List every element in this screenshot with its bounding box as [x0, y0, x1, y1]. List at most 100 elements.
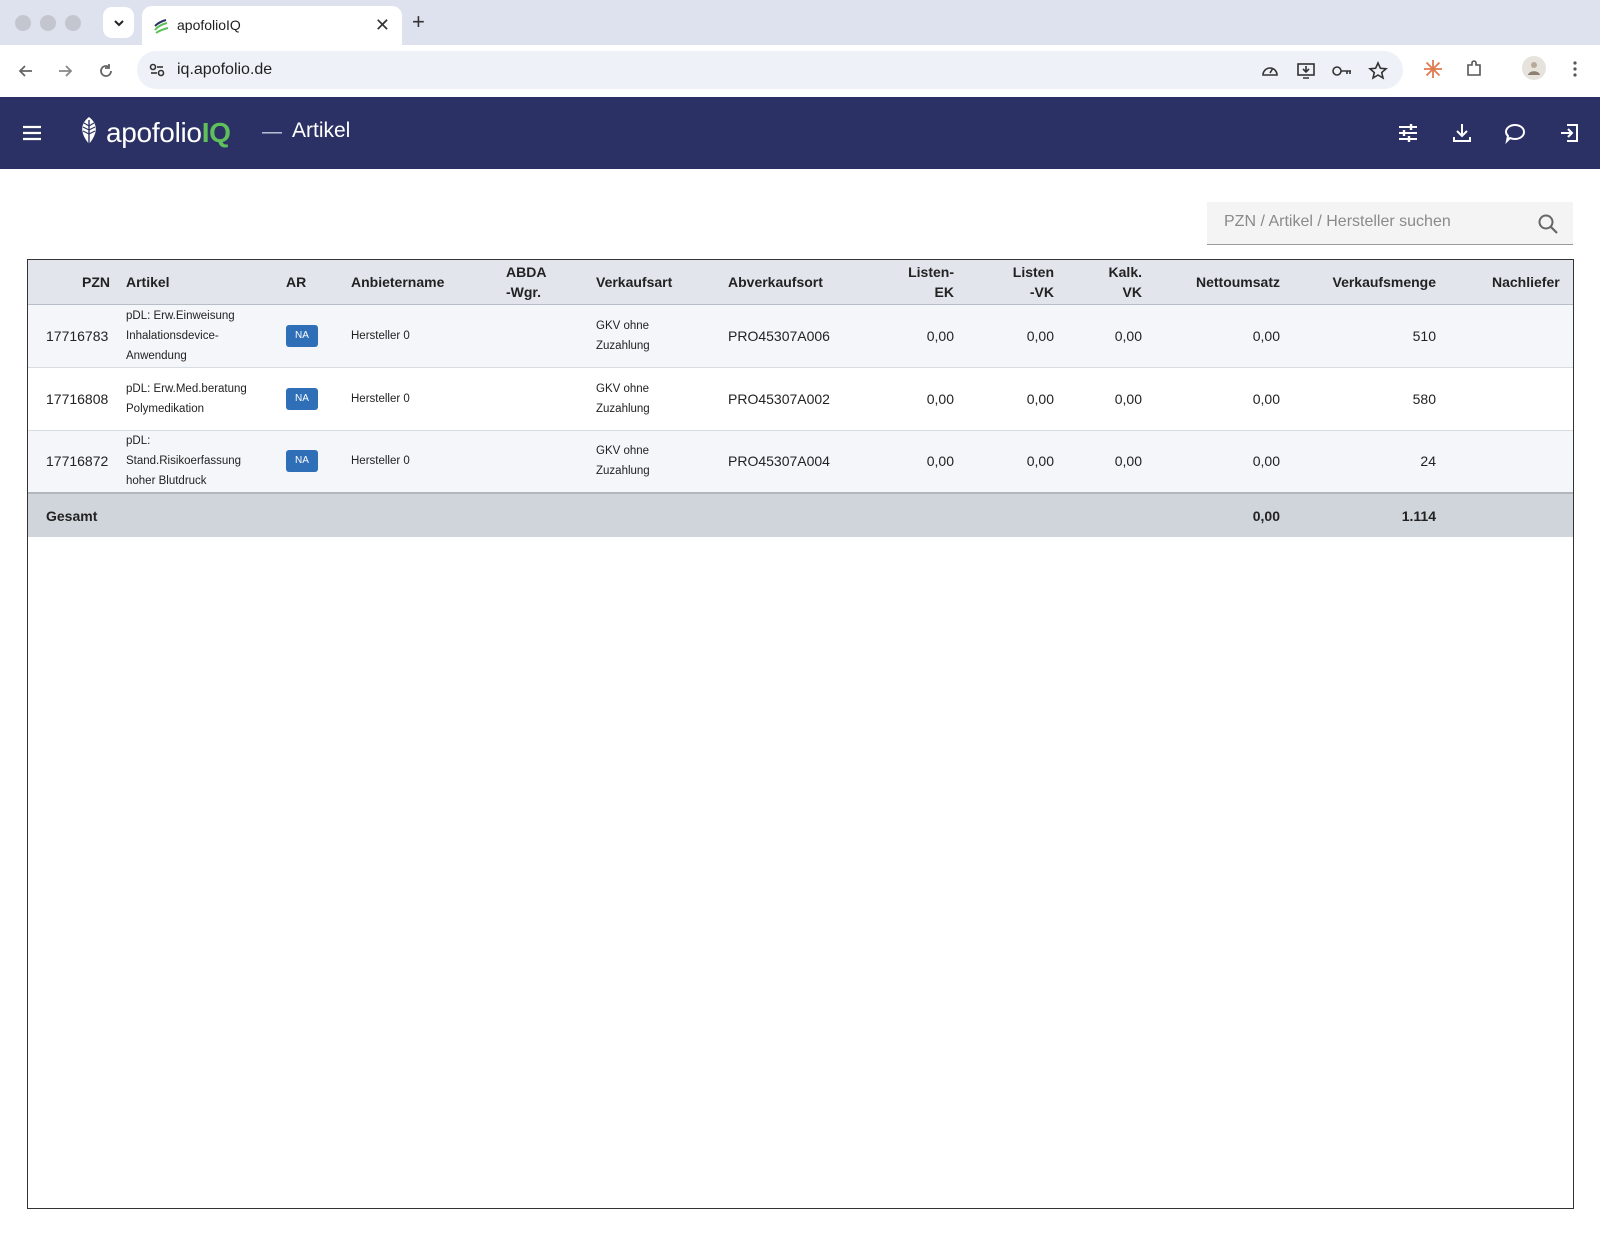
total-label: Gesamt	[46, 507, 98, 524]
performance-icon[interactable]	[1259, 60, 1281, 82]
download-icon	[1453, 124, 1471, 142]
cell-nachlieferung	[1444, 304, 1573, 367]
column-header-verkaufsmenge[interactable]: Verkaufsmenge	[1288, 260, 1444, 304]
tab-search-button[interactable]	[103, 7, 134, 38]
cell-artikel: pDL: Erw.Med.beratung Polymedikation	[126, 382, 247, 415]
column-header-nettoumsatz[interactable]: Nettoumsatz	[1150, 260, 1288, 304]
cell-nettoumsatz: 0,00	[1252, 390, 1280, 407]
table-row[interactable]: 17716808 pDL: Erw.Med.beratung Polymedik…	[28, 367, 1573, 430]
column-header-pzn[interactable]: PZN	[28, 260, 118, 304]
window-close-button[interactable]	[15, 15, 31, 31]
cell-nachlieferung	[1444, 367, 1573, 430]
cell-nachlieferung	[1444, 430, 1573, 493]
leaf-logo-icon	[82, 117, 96, 149]
logo-wordmark: apofolioIQ	[106, 117, 231, 148]
new-tab-button[interactable]: +	[412, 10, 425, 34]
logout-button[interactable]	[1556, 120, 1582, 146]
filter-settings-button[interactable]	[1395, 120, 1421, 146]
site-settings-icon[interactable]	[147, 60, 167, 80]
tab-strip: apofolioIQ ✕ +	[0, 0, 1600, 45]
column-header-ar[interactable]: AR	[268, 260, 343, 304]
cell-anbietername: Hersteller 0	[351, 455, 410, 468]
table-row[interactable]: 17716783 pDL: Erw.Einweisung Inhalations…	[28, 304, 1573, 367]
column-header-artikel[interactable]: Artikel	[118, 260, 268, 304]
column-header-nachlieferung[interactable]: Nachliefer	[1444, 260, 1573, 304]
cell-listen-vk: 0,00	[1026, 390, 1054, 407]
search-box	[1207, 202, 1573, 245]
search-input[interactable]	[1224, 213, 1524, 231]
forward-button[interactable]	[52, 58, 78, 84]
total-row: Gesamt 0,00 1.114	[28, 493, 1573, 537]
column-header-kalk-vk[interactable]: Kalk. VK	[1062, 260, 1150, 304]
cell-abverkaufsort: PRO45307A004	[728, 453, 830, 470]
address-bar[interactable]: iq.apofolio.de	[137, 51, 1403, 89]
bookmark-star-icon[interactable]	[1367, 60, 1389, 82]
search-icon[interactable]	[1537, 213, 1559, 235]
password-key-icon[interactable]	[1331, 60, 1353, 82]
cell-listen-vk: 0,00	[1026, 327, 1054, 344]
cell-anbietername: Hersteller 0	[351, 392, 410, 405]
cell-abverkaufsort: PRO45307A002	[728, 390, 830, 407]
cell-verkaufsmenge: 580	[1412, 390, 1436, 407]
arrow-right-icon	[59, 65, 73, 77]
url-text: iq.apofolio.de	[177, 61, 273, 78]
column-header-abda-wgr[interactable]: ABDA -Wgr.	[488, 260, 588, 304]
reload-icon	[100, 64, 112, 77]
ar-badge[interactable]: NA	[286, 387, 318, 410]
cell-ar: NA	[268, 304, 343, 367]
cell-nettoumsatz: 0,00	[1252, 453, 1280, 470]
cell-abda-wgr	[488, 304, 588, 367]
browser-menu-icon[interactable]	[1564, 58, 1586, 80]
chevron-down-icon	[113, 19, 124, 26]
app-logo[interactable]: apofolioIQ	[78, 114, 231, 152]
cell-abda-wgr	[488, 430, 588, 493]
column-header-abverkaufsort[interactable]: Abverkaufsort	[720, 260, 858, 304]
cell-abda-wgr	[488, 367, 588, 430]
cell-verkaufsmenge: 510	[1412, 327, 1436, 344]
logout-icon	[1561, 124, 1578, 142]
extensions-puzzle-icon[interactable]	[1463, 58, 1485, 80]
cell-artikel: pDL: Stand.Risikoerfassung hoher Blutdru…	[126, 435, 242, 488]
browser-toolbar: iq.apofolio.de	[0, 45, 1600, 97]
table-row[interactable]: 17716872 pDL: Stand.Risikoerfassung hohe…	[28, 430, 1573, 493]
download-button[interactable]	[1449, 120, 1475, 146]
menu-button[interactable]	[20, 121, 44, 145]
window-maximize-button[interactable]	[65, 15, 81, 31]
reload-button[interactable]	[93, 58, 119, 84]
ar-badge[interactable]: NA	[286, 450, 318, 473]
page-title: Artikel	[292, 119, 351, 142]
cell-artikel: pDL: Erw.Einweisung Inhalationsdevice-An…	[126, 309, 235, 362]
cell-verkaufsart: GKV ohne Zuzahlung	[596, 445, 650, 478]
cell-verkaufsmenge: 24	[1420, 453, 1436, 470]
column-header-anbietername[interactable]: Anbietername	[343, 260, 488, 304]
column-header-listen-vk[interactable]: Listen -VK	[962, 260, 1062, 304]
cell-abverkaufsort: PRO45307A006	[728, 327, 830, 344]
chat-button[interactable]	[1502, 120, 1528, 146]
cell-ar: NA	[268, 367, 343, 430]
chat-bubble-icon	[1504, 123, 1526, 144]
cell-listen-ek: 0,00	[926, 327, 954, 344]
tab-title: apofolioIQ	[177, 17, 241, 33]
cell-verkaufsart: GKV ohne Zuzahlung	[596, 382, 650, 415]
table-header-row: PZN Artikel AR Anbietername ABDA -Wgr. V…	[28, 260, 1573, 304]
arrow-left-icon	[18, 65, 32, 77]
back-button[interactable]	[13, 58, 39, 84]
cell-anbietername: Hersteller 0	[351, 329, 410, 342]
ar-badge[interactable]: NA	[286, 324, 318, 347]
profile-avatar[interactable]	[1522, 56, 1546, 80]
extension-sparkle-icon[interactable]	[1422, 58, 1444, 80]
cell-pzn: 17716872	[46, 453, 109, 470]
install-app-icon[interactable]	[1295, 60, 1317, 82]
hamburger-icon	[23, 125, 41, 141]
title-separator: —	[262, 121, 282, 143]
column-header-listen-ek[interactable]: Listen- EK	[858, 260, 962, 304]
column-header-verkaufsart[interactable]: Verkaufsart	[588, 260, 720, 304]
cell-listen-ek: 0,00	[926, 453, 954, 470]
tab-close-icon[interactable]: ✕	[375, 15, 390, 35]
browser-tab[interactable]: apofolioIQ ✕	[142, 6, 402, 45]
window-minimize-button[interactable]	[40, 15, 56, 31]
cell-kalk-vk: 0,00	[1114, 327, 1142, 344]
cell-listen-ek: 0,00	[926, 390, 954, 407]
cell-listen-vk: 0,00	[1026, 453, 1054, 470]
total-nettoumsatz: 0,00	[1252, 507, 1280, 524]
